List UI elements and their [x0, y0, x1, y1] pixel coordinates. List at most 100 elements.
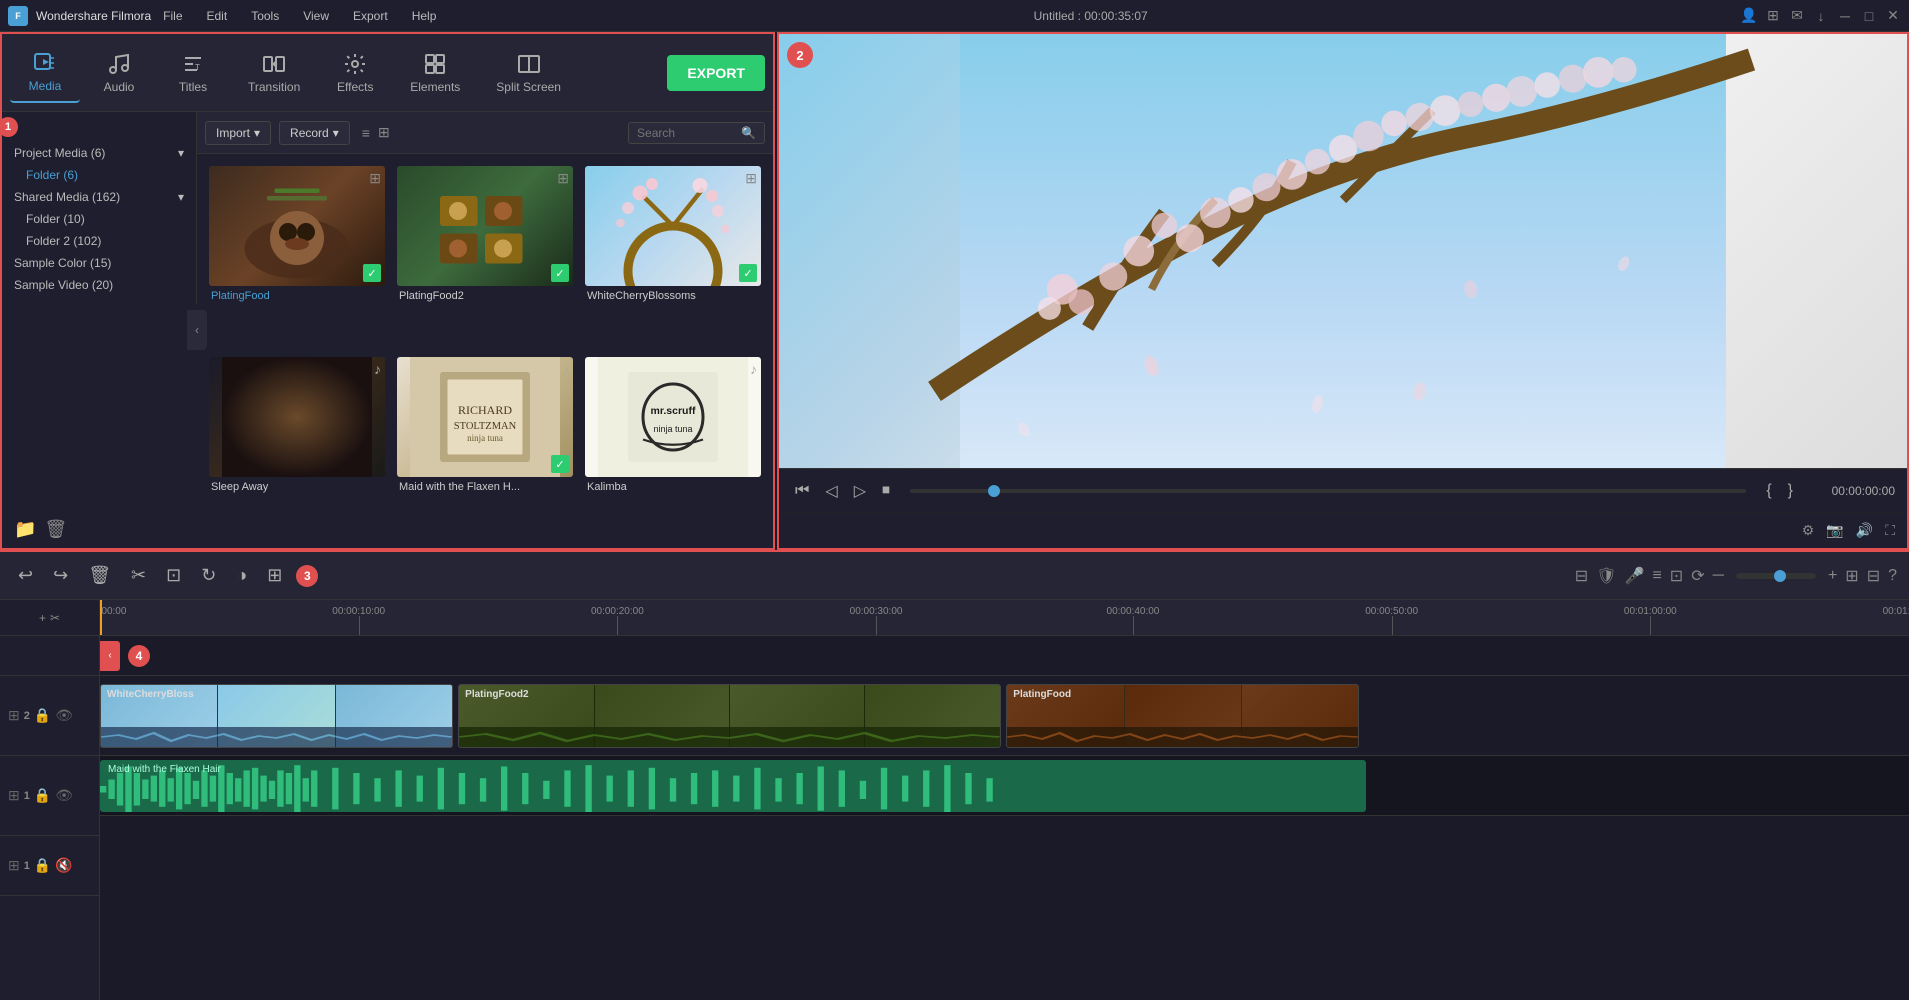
search-input[interactable]: [637, 126, 737, 140]
sidebar-item-sample-color[interactable]: Sample Color (15): [6, 252, 192, 274]
columns-icon[interactable]: ⊟: [1867, 566, 1880, 586]
maximize-button[interactable]: □: [1861, 8, 1877, 24]
menu-help[interactable]: Help: [408, 7, 441, 25]
zoom-out-icon[interactable]: ─: [1713, 567, 1724, 585]
lock-icon-a1[interactable]: 🔒: [34, 857, 51, 874]
close-button[interactable]: ✕: [1885, 8, 1901, 24]
download-icon[interactable]: ↓: [1813, 8, 1829, 24]
import-button[interactable]: Import ▾: [205, 121, 271, 145]
media-item-whitecherryblossoms[interactable]: ⊞ ✓ WhiteCherryBlossoms: [585, 166, 761, 345]
clip-platingfood2[interactable]: PlatingFood2: [458, 684, 1001, 748]
undo-button[interactable]: ↩: [12, 561, 39, 590]
tab-effects[interactable]: Effects: [320, 44, 390, 102]
menu-view[interactable]: View: [299, 7, 333, 25]
layout-icon[interactable]: ⊞: [1765, 8, 1781, 24]
shield-icon[interactable]: 🛡: [1596, 566, 1616, 586]
menu-file[interactable]: File: [159, 7, 186, 25]
playhead-bar[interactable]: [910, 489, 1746, 493]
menu-edit[interactable]: Edit: [203, 7, 232, 25]
mark-out-button[interactable]: }: [1784, 478, 1797, 504]
media-name-platingfood2: PlatingFood2: [397, 290, 573, 302]
eye-icon-v2[interactable]: 👁: [55, 707, 73, 724]
zoom-slider[interactable]: [1736, 573, 1816, 579]
filter-edit-icon[interactable]: ⊟: [1575, 566, 1588, 586]
mark-in-button[interactable]: {: [1762, 478, 1775, 504]
sidebar-item-folder2[interactable]: Folder (10): [6, 208, 192, 230]
sidebar-item-folder3[interactable]: Folder 2 (102): [6, 230, 192, 252]
media-grid: ⊞ ✓ PlatingFood: [197, 154, 773, 548]
media-item-platingfood2[interactable]: ⊞ ✓ PlatingFood2: [397, 166, 573, 345]
sidebar-collapse-button[interactable]: ‹: [187, 310, 207, 350]
clip-whitecherrybloss[interactable]: WhiteCherryBloss: [100, 684, 453, 748]
lock-icon-v1[interactable]: 🔒: [34, 787, 51, 804]
add-folder-icon[interactable]: 📁: [14, 519, 36, 540]
adjust-button[interactable]: ⊞: [261, 561, 288, 590]
menu-tools[interactable]: Tools: [247, 7, 283, 25]
delete-button[interactable]: 🗑: [82, 561, 117, 590]
sidebar-item-shared-media[interactable]: Shared Media (162) ▾: [6, 186, 192, 208]
eye-icon-v1[interactable]: 👁: [55, 787, 73, 804]
play-button[interactable]: ▷: [850, 477, 870, 505]
clip-platingfood[interactable]: PlatingFood: [1006, 684, 1359, 748]
kalimba-thumb-svg: mr.scruff ninja tuna: [585, 357, 761, 477]
sidebar-folder2-label: Folder (10): [26, 212, 85, 226]
tab-audio[interactable]: Audio: [84, 44, 154, 102]
media-item-sleepaway[interactable]: ♪ Sleep Away: [209, 357, 385, 536]
redo-button[interactable]: ↪: [47, 561, 74, 590]
minimize-button[interactable]: ─: [1837, 8, 1853, 24]
color-button[interactable]: ◑: [230, 561, 253, 590]
menu-export[interactable]: Export: [349, 7, 392, 25]
add-track-icon[interactable]: ⊞: [8, 707, 20, 724]
skip-back-button[interactable]: ⏮: [791, 478, 813, 504]
fit-icon[interactable]: ⊞: [1845, 566, 1858, 586]
audio-clip-maid[interactable]: Maid with the Flaxen Hair: [100, 760, 1366, 812]
lock-icon-v2[interactable]: 🔒: [34, 707, 51, 724]
crop-button[interactable]: ⊡: [160, 561, 187, 590]
zoom-in-icon[interactable]: +: [1828, 567, 1837, 585]
add-track-button[interactable]: + ✂: [0, 600, 99, 636]
fullscreen-icon[interactable]: ⛶: [1885, 522, 1895, 539]
message-icon[interactable]: ✉: [1789, 8, 1805, 24]
record-button[interactable]: Record ▾: [279, 121, 350, 145]
filter-icon[interactable]: ≡: [362, 125, 370, 141]
add-track-icon-a1[interactable]: ⊞: [8, 857, 20, 874]
user-icon[interactable]: 👤: [1741, 8, 1757, 24]
svg-text:T: T: [195, 63, 200, 72]
main-layout: Media Audio T Titles Transition Effects: [0, 32, 1909, 1000]
record-dropdown-icon: ▾: [333, 126, 339, 140]
snapshot-icon[interactable]: 📷: [1826, 522, 1843, 539]
media-item-platingfood[interactable]: ⊞ ✓ PlatingFood: [209, 166, 385, 345]
media-thumb-whitecherryblossoms: ⊞ ✓: [585, 166, 761, 286]
loop-icon[interactable]: ⟳: [1691, 566, 1704, 586]
media-item-maidflaxen[interactable]: RICHARD STOLTZMAN ninja tuna ♪ ✓ Maid wi…: [397, 357, 573, 536]
text-overlay-icon[interactable]: ⊡: [1670, 566, 1683, 586]
tab-titles[interactable]: T Titles: [158, 44, 228, 102]
subtitle-icon[interactable]: ≡: [1652, 567, 1661, 585]
search-icon[interactable]: 🔍: [741, 126, 756, 140]
tab-media[interactable]: Media: [10, 43, 80, 103]
volume-icon[interactable]: 🔊: [1856, 522, 1873, 539]
export-button[interactable]: EXPORT: [667, 55, 765, 91]
delete-icon[interactable]: 🗑: [44, 519, 67, 540]
tab-titles-label: Titles: [179, 80, 207, 94]
media-item-kalimba[interactable]: mr.scruff ninja tuna ♪ Kalimba: [585, 357, 761, 536]
media-name-sleepaway: Sleep Away: [209, 481, 385, 493]
sidebar-item-folder[interactable]: Folder (6): [6, 164, 192, 186]
sidebar-item-sample-video[interactable]: Sample Video (20): [6, 274, 192, 296]
help-icon[interactable]: ?: [1888, 567, 1897, 585]
settings-icon[interactable]: ⚙: [1802, 522, 1815, 539]
track-2-scroll-arrow[interactable]: ‹: [100, 641, 120, 671]
cut-button[interactable]: ✂: [125, 561, 152, 590]
tab-splitscreen[interactable]: Split Screen: [480, 44, 577, 102]
stop-button[interactable]: ⏹: [878, 478, 894, 504]
tab-transition[interactable]: Transition: [232, 44, 316, 102]
step-back-button[interactable]: ◁: [821, 477, 841, 505]
sidebar-item-project-media[interactable]: Project Media (6) ▾: [6, 142, 192, 164]
music-icon-3: ♪: [750, 361, 757, 377]
rotate-button[interactable]: ↻: [195, 561, 222, 590]
mic-icon[interactable]: 🎤: [1625, 566, 1645, 586]
mute-icon-a1[interactable]: 🔇: [55, 857, 72, 874]
grid-view-icon[interactable]: ⊞: [378, 124, 390, 141]
add-track-icon-v1[interactable]: ⊞: [8, 787, 20, 804]
tab-elements[interactable]: Elements: [394, 44, 476, 102]
